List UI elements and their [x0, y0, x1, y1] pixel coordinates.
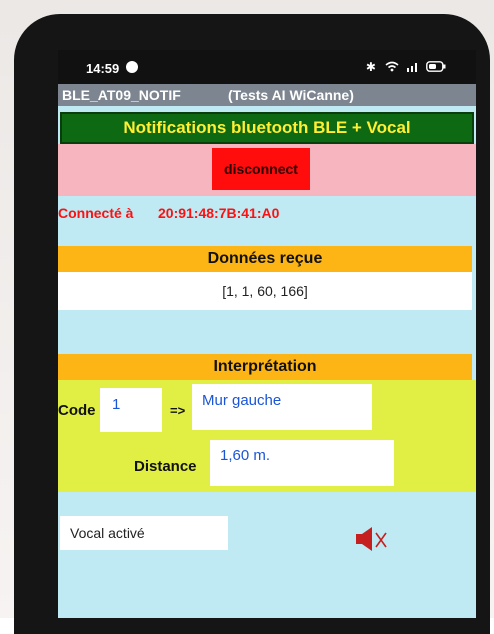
vocal-status-field[interactable]: Vocal activé	[60, 516, 228, 550]
app-screen: 14:59 ✱ BLE_AT09_NOTIF (Tests AI WiCanne…	[58, 50, 476, 618]
signal-icon	[406, 63, 417, 72]
interpretation-header: Interprétation	[58, 354, 472, 380]
distance-label: Distance	[134, 458, 197, 475]
connected-label: Connecté à	[58, 205, 134, 221]
speaker-muted-icon[interactable]	[354, 524, 388, 554]
distance-field[interactable]: 1,60 m.	[210, 440, 394, 486]
status-bar: 14:59 ✱	[58, 50, 476, 84]
wifi-icon	[385, 61, 399, 72]
notification-dot-icon	[126, 61, 138, 73]
code-field[interactable]: 1	[100, 388, 162, 432]
status-time: 14:59	[86, 61, 120, 76]
app-name: BLE_AT09_NOTIF	[62, 87, 181, 103]
location-field[interactable]: Mur gauche	[192, 384, 372, 430]
app-subtitle: (Tests AI WiCanne)	[228, 87, 354, 103]
bluetooth-icon: ✱	[365, 60, 379, 74]
arrow-label: =>	[170, 403, 186, 418]
received-data-header: Données reçue	[58, 246, 472, 272]
battery-icon	[426, 61, 446, 72]
code-label: Code	[58, 402, 96, 419]
status-icons: ✱	[366, 60, 446, 74]
app-title-bar: BLE_AT09_NOTIF (Tests AI WiCanne)	[58, 84, 476, 106]
disconnect-button[interactable]: disconnect	[212, 148, 310, 190]
device-address: 20:91:48:7B:41:A0	[158, 205, 280, 221]
page-heading: Notifications bluetooth BLE + Vocal	[60, 112, 474, 144]
received-data-value: [1, 1, 60, 166]	[58, 272, 472, 310]
